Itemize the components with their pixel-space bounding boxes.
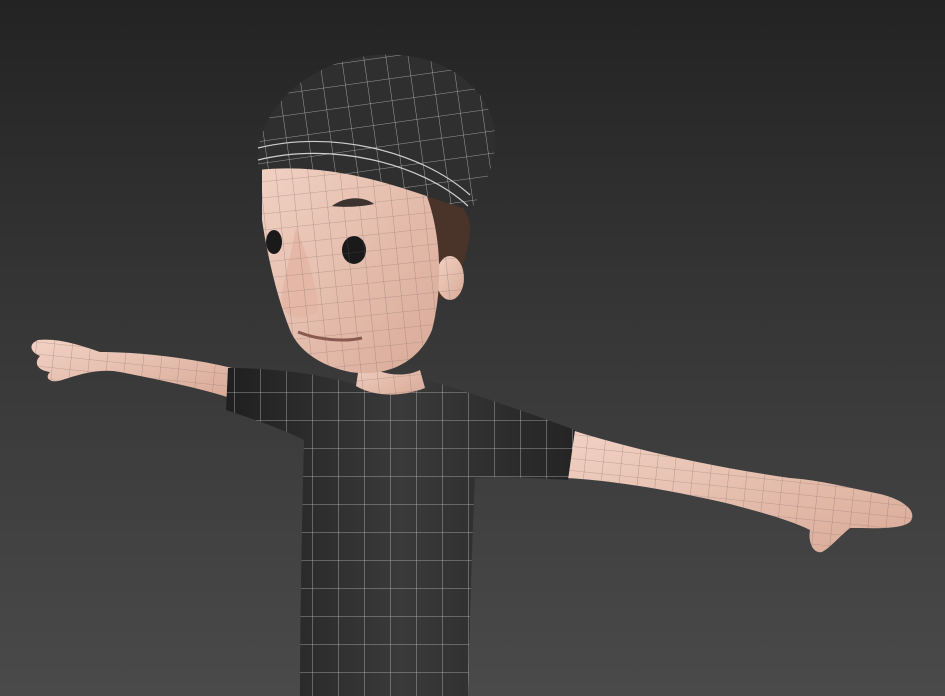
character-model[interactable] — [0, 0, 945, 696]
eye-left — [266, 230, 282, 254]
ear — [436, 256, 464, 300]
3d-viewport[interactable] — [0, 0, 945, 696]
right-arm[interactable] — [565, 428, 913, 553]
eye-right — [342, 236, 366, 264]
left-arm[interactable] — [31, 339, 233, 398]
shirt[interactable] — [226, 368, 575, 696]
